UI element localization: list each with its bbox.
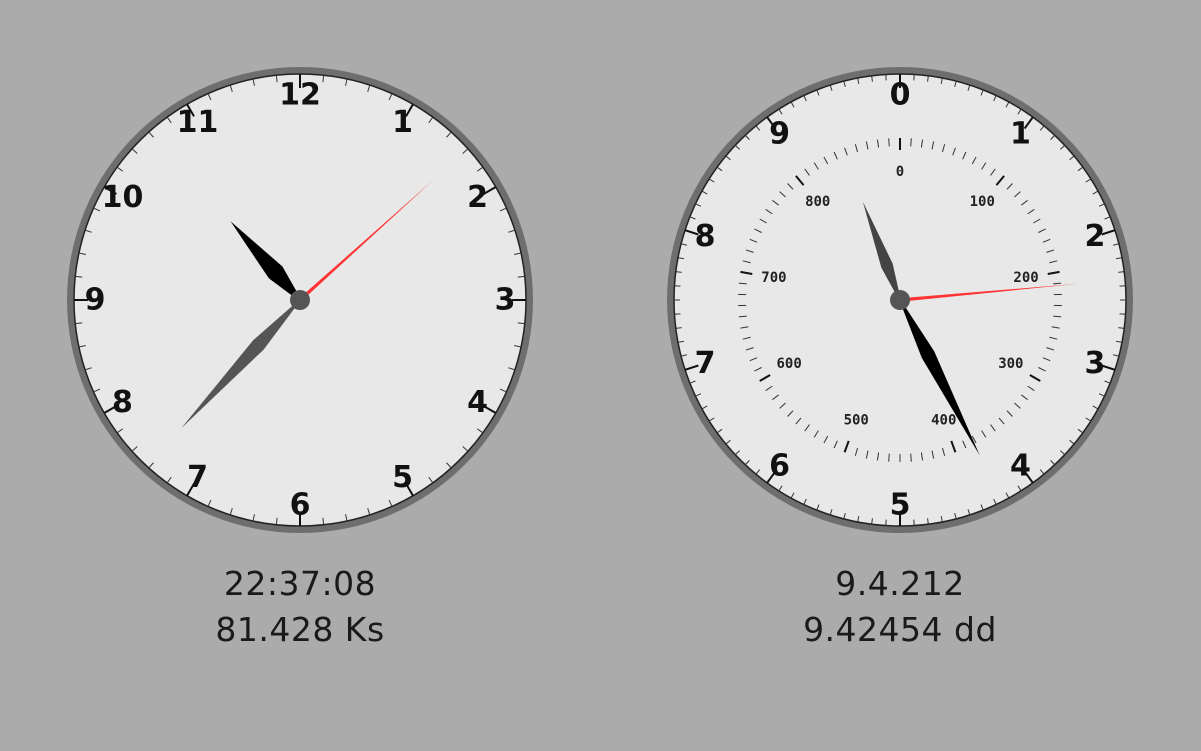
app-window: 12 1 2 3 4 5 6 7 8 9 10 11 22:37:08 81.428 Ks 01234… <box>0 0 1201 751</box>
hour-numeral: 7 <box>695 346 716 381</box>
inner-numeral: 500 <box>844 412 869 428</box>
hour-numeral: 8 <box>695 219 716 254</box>
hour-numeral: 5 <box>392 460 413 495</box>
inner-numeral: 800 <box>805 194 830 210</box>
hour-numeral: 12 <box>279 78 321 113</box>
decimal-clock-panel: 0 1 2 3 4 5 6 7 8 9 0 100 200 300 400 500 600 700 800 9.4.… <box>600 0 1200 751</box>
inner-numeral: 0 <box>896 164 904 180</box>
center-hub <box>290 290 310 310</box>
inner-numeral: 100 <box>970 194 995 210</box>
minor-tick <box>910 453 912 462</box>
standard-clock-panel: 12 1 2 3 4 5 6 7 8 9 10 11 22:37:08 81.428 Ks <box>0 0 600 751</box>
hour-numeral: 10 <box>102 180 144 215</box>
inner-numeral: 300 <box>998 356 1023 372</box>
kiloseconds-readout: 81.428 Ks <box>215 610 385 649</box>
hour-numeral: 4 <box>467 385 488 420</box>
minor-tick <box>888 453 890 462</box>
decimal-time-readout: 9.4.212 <box>835 564 965 603</box>
hour-numeral: 8 <box>112 385 133 420</box>
standard-analog-clock: 121234567891011 <box>67 67 533 533</box>
minor-tick <box>910 138 912 147</box>
hour-numeral: 2 <box>467 180 488 215</box>
hour-numeral: 11 <box>177 105 219 140</box>
hour-numeral: 4 <box>1010 448 1031 483</box>
hour-numeral: 1 <box>392 105 413 140</box>
hour-numeral: 9 <box>769 117 790 152</box>
hour-numeral: 9 <box>85 283 106 318</box>
decimal-analog-clock: 0 1 2 3 4 5 6 7 8 9 0 100 200 300 400 500 600 700 800 <box>667 67 1133 533</box>
decimal-day-readout: 9.42454 dd <box>803 610 997 649</box>
inner-numeral: 700 <box>761 270 786 286</box>
center-hub <box>890 290 910 310</box>
hour-numeral: 6 <box>290 488 311 523</box>
hour-numeral: 6 <box>769 448 790 483</box>
hour-numeral: 2 <box>1085 219 1106 254</box>
hour-numeral: 0 <box>890 78 911 113</box>
inner-numeral: 600 <box>777 356 802 372</box>
standard-time-readout: 22:37:08 <box>223 564 377 603</box>
hour-numeral: 1 <box>1010 117 1031 152</box>
hour-numeral: 7 <box>187 460 208 495</box>
hour-numeral: 3 <box>495 283 516 318</box>
hour-numeral: 5 <box>890 488 911 523</box>
inner-numeral: 200 <box>1013 270 1038 286</box>
inner-numeral: 400 <box>931 412 956 428</box>
hour-numeral: 3 <box>1085 346 1106 381</box>
minor-tick <box>888 138 890 147</box>
